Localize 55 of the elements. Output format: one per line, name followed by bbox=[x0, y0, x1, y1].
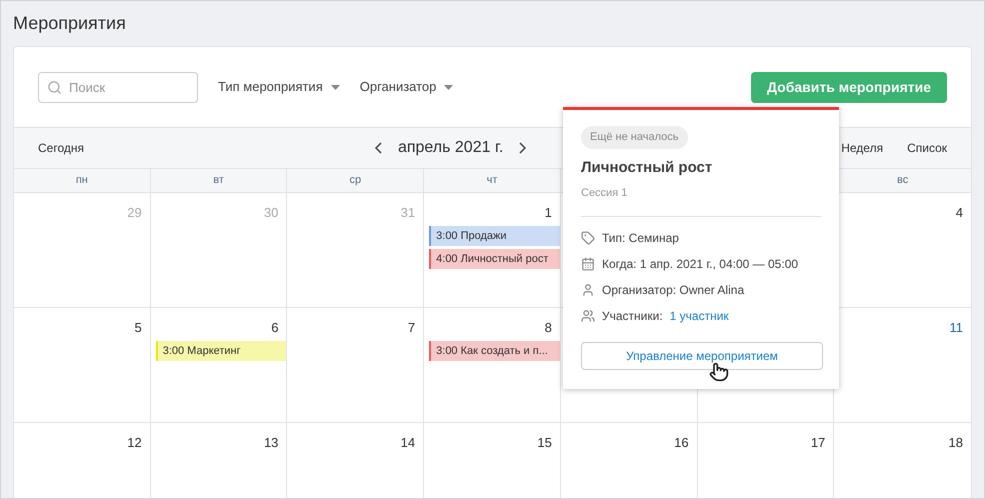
search-icon bbox=[47, 80, 62, 94]
event-chip[interactable]: 4:00 Личностный рост bbox=[429, 248, 560, 268]
tag-icon bbox=[581, 230, 595, 244]
weekday-label: пн bbox=[76, 173, 88, 188]
day-number: 6 bbox=[271, 319, 278, 337]
page-title: Мероприятия bbox=[12, 12, 127, 35]
manage-event-button[interactable]: Управление мероприятием bbox=[581, 342, 823, 370]
detail-text: Организатор: Owner Alina bbox=[602, 282, 744, 298]
month-title: апрель 2021 г. bbox=[398, 138, 504, 158]
event-title: Личностный рост bbox=[581, 158, 712, 178]
day-number: 31 bbox=[400, 204, 416, 222]
day-number: 14 bbox=[400, 434, 416, 452]
day-number: 11 bbox=[949, 319, 963, 337]
people-icon bbox=[581, 308, 595, 322]
caret-icon bbox=[444, 84, 454, 90]
hand-cursor-icon bbox=[709, 362, 729, 382]
chevron-left-icon bbox=[374, 142, 382, 154]
person-icon bbox=[581, 282, 595, 296]
day-number: 29 bbox=[127, 204, 142, 222]
event-chip[interactable]: 3:00 Продажи bbox=[429, 226, 560, 246]
day-number: 12 bbox=[127, 434, 142, 452]
day-number: 7 bbox=[408, 319, 416, 337]
day-number: 16 bbox=[674, 434, 689, 452]
day-number: 30 bbox=[264, 204, 278, 222]
weekday-label: чт bbox=[486, 173, 498, 188]
event-subtitle: Сессия 1 bbox=[581, 186, 628, 201]
weekday-label: вс bbox=[897, 173, 908, 188]
status-badge: Ещё не началось bbox=[581, 126, 688, 148]
filter-dropdown[interactable]: Тип мероприятия bbox=[218, 77, 340, 97]
calendar-icon bbox=[581, 256, 595, 270]
filter-dropdown[interactable]: Организатор bbox=[360, 77, 454, 97]
detail-text: Участники: bbox=[602, 308, 663, 324]
event-chip[interactable]: 3:00 Как создать и п... bbox=[429, 340, 560, 360]
weekday-label: ср bbox=[349, 173, 362, 188]
detail-text: Тип: Семинар bbox=[602, 230, 679, 246]
day-number: 8 bbox=[544, 319, 552, 337]
detail-text: Когда: 1 апр. 2021 г., 04:00 — 05:00 bbox=[602, 256, 798, 272]
search-field[interactable]: Поиск bbox=[38, 72, 198, 102]
participants-link[interactable]: 1 участник bbox=[670, 306, 729, 324]
view-tab[interactable]: Неделя bbox=[841, 139, 884, 157]
day-number: 13 bbox=[264, 434, 278, 452]
caret-icon bbox=[330, 84, 340, 90]
next-button[interactable] bbox=[519, 142, 526, 154]
day-number: 4 bbox=[956, 204, 963, 222]
event-chip[interactable]: 3:00 Маркетинг bbox=[156, 340, 286, 360]
chevron-right-icon bbox=[519, 142, 526, 154]
view-tab[interactable]: Список bbox=[907, 139, 948, 157]
day-number: 1 bbox=[544, 204, 552, 222]
day-number: 5 bbox=[134, 319, 142, 337]
day-number: 15 bbox=[537, 434, 552, 452]
day-number: 18 bbox=[948, 434, 963, 452]
today-button[interactable]: Сегодня bbox=[38, 139, 84, 157]
previous-button[interactable] bbox=[374, 142, 382, 154]
weekday-label: вт bbox=[213, 173, 224, 188]
day-number: 17 bbox=[810, 434, 826, 452]
